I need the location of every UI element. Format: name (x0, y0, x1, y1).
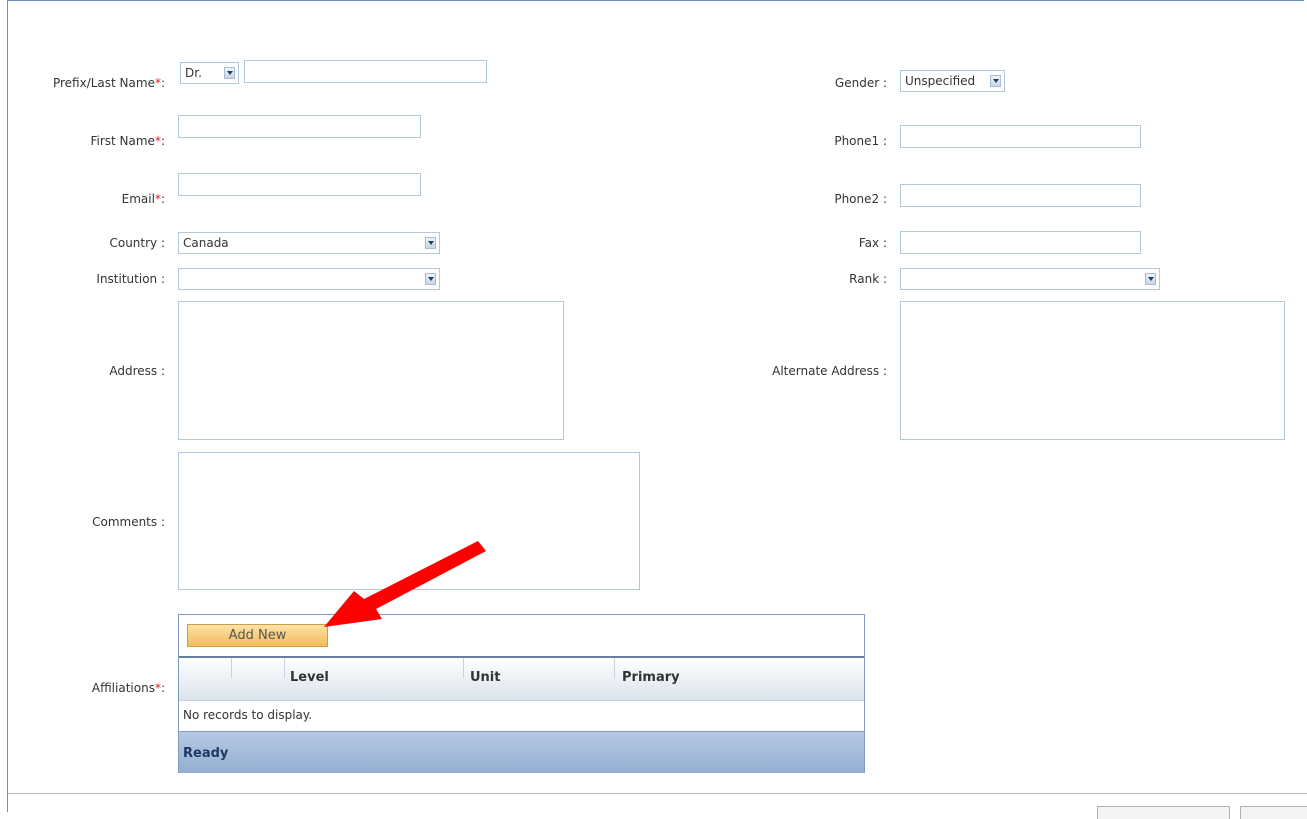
footer-divider (8, 793, 1307, 794)
column-separator (284, 658, 285, 678)
address-label: Address : (109, 364, 165, 378)
grid-status-text: Ready (183, 746, 229, 761)
chevron-down-icon[interactable] (425, 237, 436, 249)
affiliations-grid: Add New Level Unit Primary No records to… (178, 614, 865, 773)
phone2-label: Phone2 : (834, 192, 887, 206)
footer-button-left[interactable] (1097, 806, 1230, 819)
rank-label: Rank : (849, 272, 887, 286)
footer-button-right[interactable] (1240, 806, 1307, 819)
grid-empty-message: No records to display. (183, 708, 313, 722)
prefix-select[interactable]: Dr. (180, 62, 239, 84)
email-label: Email*: (121, 192, 165, 206)
fax-label: Fax : (858, 236, 887, 250)
column-separator (463, 658, 464, 678)
institution-label: Institution : (96, 272, 165, 286)
alternate-address-textarea[interactable] (900, 301, 1285, 440)
gender-label: Gender : (834, 76, 887, 90)
fax-input[interactable] (900, 231, 1141, 254)
chevron-down-icon[interactable] (1145, 273, 1156, 285)
column-header-level[interactable]: Level (290, 670, 329, 685)
affiliations-label: Affiliations*: (91, 681, 165, 695)
prefix-last-name-label: Prefix/Last Name*: (52, 76, 165, 90)
red-arrow-annotation (324, 541, 486, 627)
institution-select[interactable] (178, 268, 440, 290)
alternate-address-label: Alternate Address : (772, 364, 887, 378)
column-header-unit[interactable]: Unit (470, 670, 500, 685)
country-select[interactable]: Canada (178, 232, 440, 254)
column-separator (614, 658, 615, 678)
email-input[interactable] (178, 173, 421, 196)
phone2-input[interactable] (900, 184, 1141, 207)
comments-label: Comments : (92, 515, 165, 529)
chevron-down-icon[interactable] (224, 67, 235, 79)
chevron-down-icon[interactable] (990, 75, 1001, 87)
country-value: Canada (183, 236, 229, 250)
grid-header: Level Unit Primary (179, 656, 864, 701)
phone1-label: Phone1 : (834, 134, 887, 148)
address-textarea[interactable] (178, 301, 564, 440)
prefix-value: Dr. (185, 66, 202, 80)
chevron-down-icon[interactable] (425, 273, 436, 285)
grid-status-bar: Ready (179, 731, 864, 773)
column-header-primary[interactable]: Primary (622, 670, 680, 685)
country-label: Country : (109, 236, 165, 250)
gender-select[interactable]: Unspecified (900, 70, 1005, 92)
last-name-input[interactable] (244, 60, 487, 83)
phone1-input[interactable] (900, 125, 1141, 148)
rank-select[interactable] (900, 268, 1160, 290)
first-name-label: First Name*: (90, 134, 165, 148)
gender-value: Unspecified (905, 74, 976, 88)
first-name-input[interactable] (178, 115, 421, 138)
column-separator (231, 658, 232, 678)
add-new-button[interactable]: Add New (187, 624, 328, 647)
